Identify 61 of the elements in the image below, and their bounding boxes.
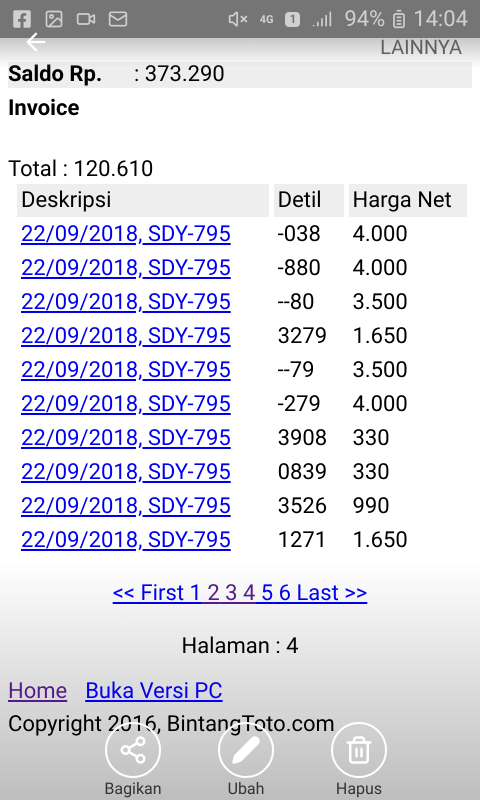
share-icon — [118, 735, 148, 765]
page-link[interactable]: << First — [112, 577, 184, 610]
invoice-link[interactable]: 22/09/2018, SDY-795 — [21, 494, 231, 518]
invoice-link[interactable]: 22/09/2018, SDY-795 — [21, 290, 231, 314]
detail-cell-text: -880 — [276, 254, 322, 282]
price-cell-text: 990 — [352, 492, 391, 520]
price-cell-text: 1.650 — [352, 322, 409, 350]
page-link[interactable]: 5 — [255, 577, 274, 610]
sim-indicator: 1 — [285, 12, 300, 26]
price-cell-text: 1.650 — [352, 526, 409, 554]
detail-cell-text: 3908 — [276, 424, 328, 452]
detail-cell-text: 3279 — [276, 322, 328, 350]
price-cell-text: 4.000 — [352, 254, 409, 282]
detail-cell-text: --80 — [276, 288, 316, 316]
detail-cell-text: 3526 — [276, 492, 328, 520]
detail-cell-text: -038 — [276, 220, 322, 248]
column-header: Deskripsi — [17, 184, 269, 217]
clock: 14:04 — [413, 6, 468, 34]
detail-cell-text: --79 — [276, 356, 316, 384]
more-menu[interactable]: LAINNYA — [380, 32, 462, 62]
mail-icon — [108, 9, 128, 29]
price-cell-text: 330 — [352, 424, 391, 452]
invoice-link[interactable]: 22/09/2018, SDY-795 — [21, 222, 231, 246]
image-icon — [44, 9, 64, 29]
page-link[interactable]: Last >> — [291, 577, 368, 610]
price-cell-text: 3.500 — [352, 356, 409, 384]
footer-link[interactable]: Home — [8, 675, 68, 708]
page-link[interactable]: 4 — [238, 577, 256, 610]
page-link[interactable]: 6 — [273, 577, 291, 610]
detail-cell-text: 0839 — [276, 458, 328, 486]
pencil-icon — [231, 735, 261, 765]
saldo-value: : 373.290 — [134, 64, 225, 86]
invoice-link[interactable]: 22/09/2018, SDY-795 — [21, 392, 231, 416]
price-cell-text: 3.500 — [352, 288, 409, 316]
price-cell-text: 330 — [352, 458, 391, 486]
facebook-icon — [12, 9, 32, 29]
invoice-link[interactable]: 22/09/2018, SDY-795 — [21, 324, 231, 348]
invoice-link[interactable]: 22/09/2018, SDY-795 — [21, 528, 231, 552]
page-indicator: Halaman : 4 — [182, 633, 298, 661]
signal-icon — [312, 9, 332, 29]
battery-percent: 94% — [344, 6, 386, 34]
footer-link[interactable]: Buka Versi PC — [85, 675, 223, 708]
column-header: Harga Net — [348, 184, 467, 217]
price-cell-text: 4.000 — [352, 390, 409, 418]
price-cell-text: 4.000 — [352, 220, 409, 248]
total-text: Total : 120.610 — [8, 156, 154, 184]
detail-cell-text: -279 — [276, 390, 322, 418]
invoice-link[interactable]: 22/09/2018, SDY-795 — [21, 426, 231, 450]
page-link[interactable]: 1 — [184, 577, 202, 610]
column-header: Detil — [274, 184, 344, 217]
invoice-link[interactable]: 22/09/2018, SDY-795 — [21, 256, 231, 280]
invoice-heading: Invoice — [8, 95, 80, 123]
saldo-label: Saldo Rp. — [8, 64, 104, 86]
invoice-link[interactable]: 22/09/2018, SDY-795 — [21, 358, 231, 382]
network-type: 4G — [260, 14, 274, 24]
page-link[interactable]: 3 — [220, 577, 238, 610]
detail-cell-text: 1271 — [276, 526, 328, 554]
mute-icon — [228, 9, 248, 29]
invoice-link[interactable]: 22/09/2018, SDY-795 — [21, 460, 231, 484]
page-link[interactable]: 2 — [202, 577, 220, 610]
trash-icon — [344, 735, 374, 765]
